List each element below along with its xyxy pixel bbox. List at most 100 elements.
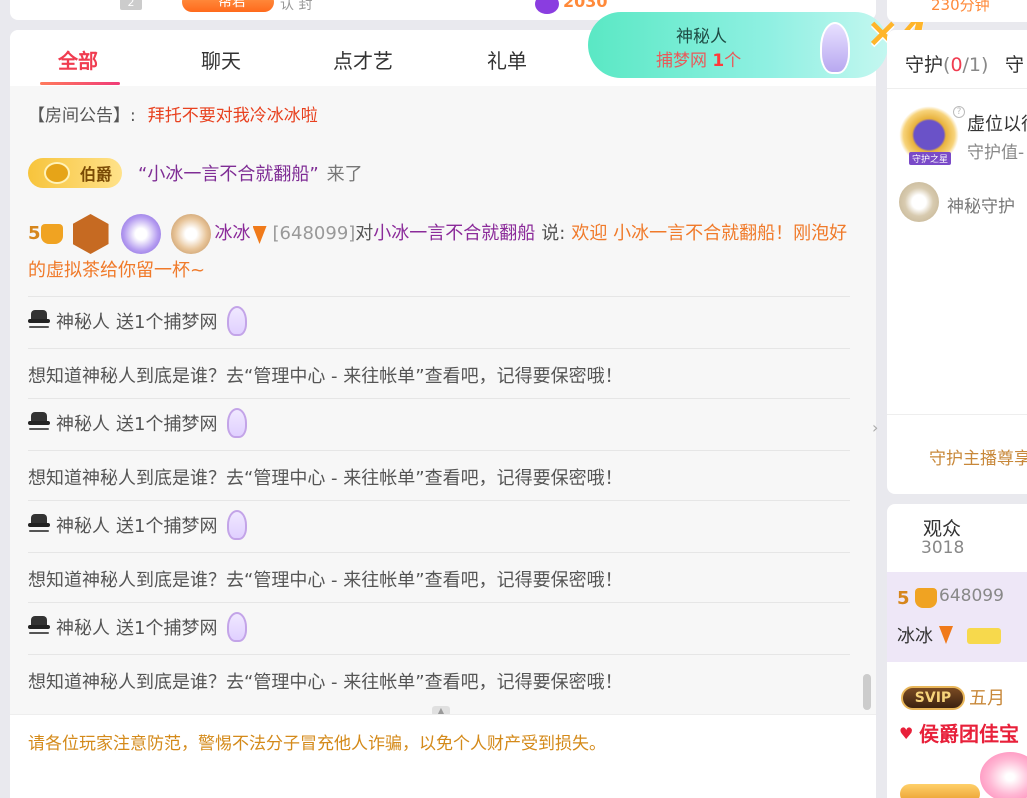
gift-message: 神秘人 送1个捕梦网 bbox=[28, 408, 248, 438]
mystery-guard-icon bbox=[899, 182, 939, 222]
tab-all[interactable]: 全部 bbox=[58, 45, 98, 74]
rank-badge: 伯爵 bbox=[28, 158, 122, 188]
message-list[interactable]: 【房间公告】: 拜托不要对我冷冰冰啦 伯爵 “小冰一言不合就翻船” 来了 5 冰冰 [… bbox=[10, 86, 866, 714]
banner-sender: 神秘人 bbox=[676, 27, 727, 47]
gift-action: 送1个捕梦网 bbox=[116, 618, 218, 639]
gift-message: 神秘人 送1个捕梦网 bbox=[28, 612, 248, 642]
banner-gift-line: 捕梦网 1个 bbox=[656, 46, 741, 71]
user-level: 5 bbox=[897, 588, 910, 609]
bronze-medal-icon bbox=[170, 214, 211, 254]
guard-tab-label: 守护 bbox=[905, 54, 944, 76]
role-badge: 帮君 bbox=[182, 0, 274, 12]
gift-sender[interactable]: 神秘人 bbox=[56, 614, 110, 640]
guard-value: 守护值- bbox=[967, 143, 1025, 163]
vip-tag-icon bbox=[967, 628, 1001, 644]
mystery-hat-icon bbox=[28, 616, 50, 638]
group-title: 侯爵团佳宝 bbox=[919, 722, 1019, 746]
carrot-icon bbox=[252, 226, 267, 244]
hexagon-badge-icon bbox=[72, 214, 109, 254]
mystery-hat-icon bbox=[28, 412, 50, 434]
notice-text: 拜托不要对我冷冰冰啦 bbox=[147, 106, 318, 126]
guard-star-label: 守护之星 bbox=[909, 152, 952, 165]
badge-icon bbox=[900, 784, 980, 798]
audience-row[interactable]: 5 648099 冰冰 bbox=[887, 572, 1027, 662]
entry-suffix: 来了 bbox=[326, 164, 363, 185]
chevron-right-icon[interactable]: › bbox=[872, 418, 878, 437]
tab-chat[interactable]: 聊天 bbox=[201, 45, 241, 74]
chat-scrollbar[interactable] bbox=[863, 674, 871, 710]
divider bbox=[28, 602, 850, 603]
entry-user-name[interactable]: “小冰一言不合就翻船” bbox=[138, 160, 319, 186]
divider bbox=[28, 348, 850, 349]
guard-panel: 守护(0/1) 守 守护之星 ? 虚位以待 守护值- 神秘守护 守护主播尊享 bbox=[887, 30, 1027, 494]
dreamcatcher-icon bbox=[820, 22, 850, 74]
follow-text: 认 封 bbox=[280, 0, 313, 13]
mystery-tip: 想知道神秘人到底是谁？去“管理中心 - 来往帐单”查看吧，记得要保密哦！ bbox=[28, 672, 623, 693]
gift-action: 送1个捕梦网 bbox=[116, 516, 218, 537]
gift-message: 神秘人 送1个捕梦网 bbox=[28, 306, 248, 336]
active-tab-underline bbox=[40, 82, 120, 85]
duration-text: 230分钟 bbox=[931, 0, 990, 14]
dreamcatcher-icon bbox=[227, 306, 248, 336]
mystery-tip: 想知道神秘人到底是谁？去“管理中心 - 来往帐单”查看吧，记得要保密哦！ bbox=[28, 570, 623, 591]
banner-count: 1 bbox=[712, 51, 725, 71]
gift-sender[interactable]: 神秘人 bbox=[56, 308, 110, 334]
room-notice: 【房间公告】: 拜托不要对我冷冰冰啦 bbox=[28, 101, 318, 126]
crown-icon bbox=[915, 588, 937, 608]
dreamcatcher-icon bbox=[227, 510, 248, 540]
coin-icon bbox=[535, 0, 559, 14]
gift-banner: 神秘人 捕梦网 1个 ×4 bbox=[588, 10, 927, 78]
mystery-hat-icon bbox=[28, 310, 50, 332]
divider bbox=[28, 450, 850, 451]
mystery-hat-icon bbox=[28, 514, 50, 536]
chat-panel: 全部 聊天 点才艺 礼单 【房间公告】: 拜托不要对我冷冰冰啦 伯爵 “小冰一言不… bbox=[10, 30, 876, 798]
user-name: 冰冰 bbox=[897, 626, 933, 647]
crown-icon bbox=[40, 224, 63, 244]
gift-action: 送1个捕梦网 bbox=[116, 312, 218, 333]
warning-text: 请各位玩家注意防范，警惕不法分子冒充他人诈骗，以免个人财产受到损失。 bbox=[28, 734, 606, 754]
guard-total: /1 bbox=[962, 54, 982, 76]
divider bbox=[28, 398, 850, 399]
divider bbox=[887, 414, 1027, 415]
gift-message: 神秘人 送1个捕梦网 bbox=[28, 510, 248, 540]
welcome-message: 5 冰冰 [648099]对小冰一言不合就翻船 说: 欢迎 小冰一言不合就翻船！刚泡好的… bbox=[28, 214, 850, 288]
right-top-strip: 230分钟 bbox=[887, 0, 1027, 22]
svip-badge: SVIP bbox=[901, 686, 965, 710]
warning-bar: 请各位玩家注意防范，警惕不法分子冒充他人诈骗，以免个人财产受到损失。 bbox=[10, 714, 876, 798]
divider bbox=[28, 296, 850, 297]
tab-guard-2[interactable]: 守 bbox=[1005, 50, 1024, 77]
mystery-tip: 想知道神秘人到底是谁？去“管理中心 - 来往帐单”查看吧，记得要保密哦！ bbox=[28, 366, 623, 387]
banner-gift: 捕梦网 bbox=[656, 51, 707, 71]
coin-value: 2030 bbox=[563, 0, 608, 11]
mystery-tip: 想知道神秘人到底是谁？去“管理中心 - 来往帐单”查看吧，记得要保密哦！ bbox=[28, 468, 623, 489]
audience-label[interactable]: 观众 bbox=[923, 514, 961, 541]
rank-label: 伯爵 bbox=[80, 165, 113, 184]
gift-sender[interactable]: 神秘人 bbox=[56, 512, 110, 538]
tab-talent[interactable]: 点才艺 bbox=[333, 45, 393, 74]
gift-sender[interactable]: 神秘人 bbox=[56, 410, 110, 436]
gem-icon bbox=[44, 162, 70, 184]
tab-guard[interactable]: 守护(0/1) bbox=[905, 50, 988, 77]
vacant-seat-text: 虚位以待 bbox=[967, 114, 1027, 135]
say-word: 说: bbox=[541, 223, 566, 244]
user-id: 648099 bbox=[939, 586, 1004, 606]
divider bbox=[887, 88, 1027, 89]
banner-unit: 个 bbox=[724, 51, 742, 71]
guard-honor-link[interactable]: 守护主播尊享 bbox=[929, 444, 1027, 469]
tab-gift-list[interactable]: 礼单 bbox=[487, 45, 527, 74]
audience-count: 3018 bbox=[921, 538, 965, 558]
sender-name[interactable]: 冰冰 bbox=[215, 223, 251, 244]
divider bbox=[28, 500, 850, 501]
sender-id: [648099] bbox=[272, 223, 356, 244]
purple-medal-icon bbox=[120, 214, 161, 254]
divider bbox=[28, 654, 850, 655]
carrot-icon bbox=[939, 626, 953, 644]
target-name[interactable]: 小冰一言不合就翻船 bbox=[373, 223, 535, 244]
user-level: 5 bbox=[28, 223, 41, 244]
help-icon[interactable]: ? bbox=[953, 106, 965, 118]
divider bbox=[28, 552, 850, 553]
notice-label: 【房间公告】: bbox=[28, 106, 136, 126]
dreamcatcher-icon bbox=[227, 612, 248, 642]
heart-icon: ♥ bbox=[899, 724, 914, 743]
to-word: 对 bbox=[355, 223, 374, 244]
